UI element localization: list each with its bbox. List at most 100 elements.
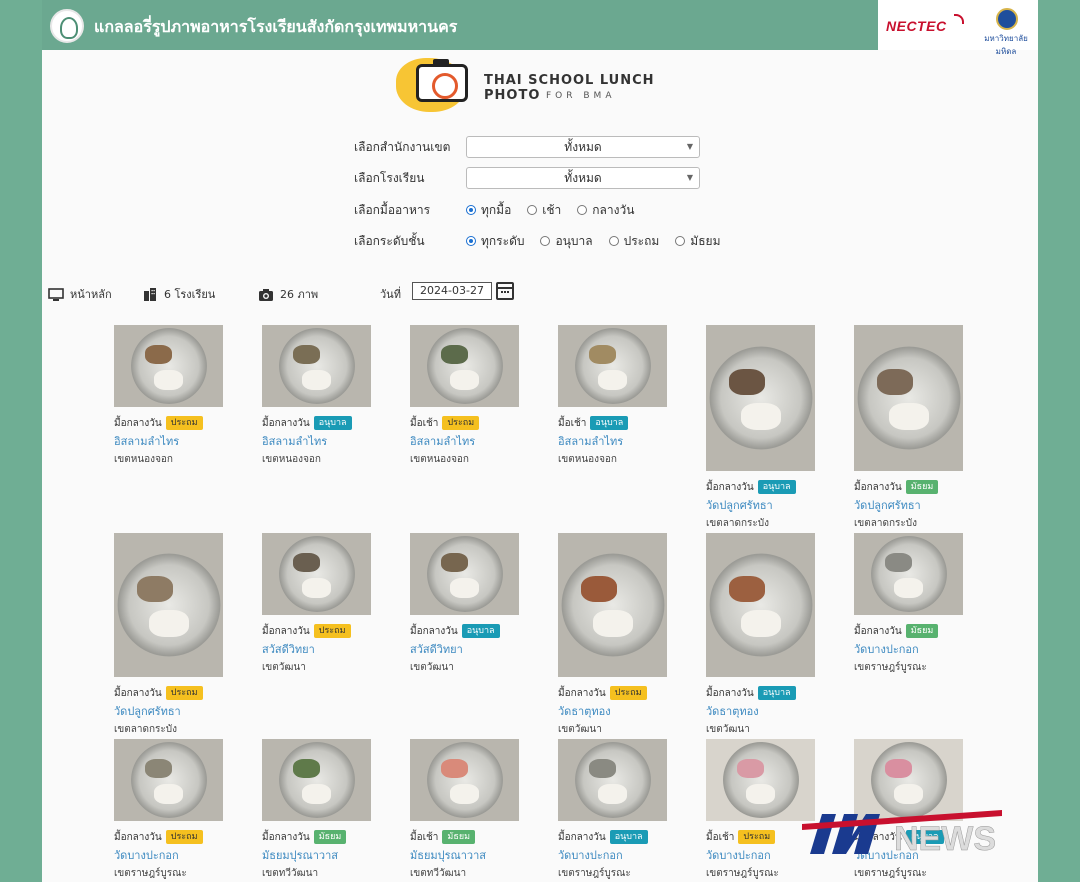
school-link[interactable]: อิสลามลำไทร [558, 432, 678, 450]
school-link[interactable]: วัดปลูกศรัทธา [854, 496, 974, 514]
food-plate [130, 328, 207, 404]
level-radio-label: มัธยม [690, 233, 721, 248]
food-photo[interactable] [854, 325, 963, 471]
school-filter-label: เลือกโรงเรียน [354, 170, 425, 185]
food-photo[interactable] [410, 533, 519, 615]
school-link[interactable]: วัดบางปะกอก [854, 640, 974, 658]
rice-portion [149, 610, 189, 637]
meal-radio-label: เช้า [542, 202, 562, 217]
food-portion [589, 758, 616, 778]
photo-card[interactable]: มื้อกลางวัน อนุบาลอิสลามลำไทรเขตหนองจอก [262, 325, 382, 467]
building-icon [144, 287, 156, 301]
school-select[interactable]: ทั้งหมด ▼ [466, 167, 700, 189]
mahidol-seal-logo[interactable] [996, 8, 1018, 30]
school-link[interactable]: มัธยมปุรณาวาส [410, 846, 530, 864]
photo-card[interactable]: มื้อกลางวัน อนุบาล สวัสดีวิทยา เขตวัฒนา [410, 533, 530, 675]
level-badge: อนุบาล [461, 624, 500, 638]
level-radio-secondary[interactable]: มัธยม [675, 232, 720, 251]
photo-card[interactable]: มื้อกลางวัน มัธยม วัดปลูกศรัทธา เขตลาดกระบั… [854, 325, 974, 531]
photo-card[interactable]: มื้อเช้า ประถม อิสลามลำไทร เขตหนองจอก [410, 325, 530, 467]
food-photo[interactable] [114, 739, 223, 821]
food-plate [278, 536, 355, 612]
food-portion [441, 344, 468, 364]
food-photo[interactable] [262, 325, 371, 407]
meal-radio-breakfast[interactable]: เช้า [527, 201, 561, 220]
food-portion [441, 758, 468, 778]
photo-card[interactable]: มื้อกลางวัน อนุบาล วัดธาตุทอง เขตวัฒนา [706, 533, 826, 737]
level-badge: อนุบาล [590, 416, 629, 430]
photo-count: 26 ภาพ [258, 285, 318, 303]
nectec-logo[interactable]: NECTEC [886, 18, 947, 34]
photo-card[interactable]: มื้อกลางวัน อนุบาล วัดบางปะกอก เขตราษฎร์บูร… [558, 739, 678, 881]
district-select[interactable]: ทั้งหมด ▼ [466, 136, 700, 158]
level-radio-primary[interactable]: ประถม [608, 232, 659, 251]
rice-portion [741, 610, 781, 637]
school-link[interactable]: วัดปลูกศรัทธา [706, 496, 826, 514]
card-meta: มื้อกลางวัน ประถม [114, 830, 234, 844]
rice-portion [450, 783, 480, 804]
food-photo[interactable] [706, 739, 815, 821]
photo-card[interactable]: มื้อกลางวัน อนุบาล วัดปลูกศรัทธา เขตลาดกระบ… [706, 325, 826, 531]
meal-type: มื้อเช้า [706, 831, 735, 843]
food-portion [885, 552, 912, 572]
food-photo[interactable] [410, 739, 519, 821]
food-portion [729, 576, 766, 602]
school-link[interactable]: อิสลามลำไทร [410, 432, 530, 450]
photo-card[interactable]: มื้อกลางวัน ประถม วัดปลูกศรัทธา เขตลาดกระบั… [114, 533, 234, 737]
school-count-label: 6 โรงเรียน [164, 288, 216, 301]
rice-portion [302, 577, 332, 598]
rice-portion [894, 783, 924, 804]
food-plate [278, 742, 355, 818]
photo-card[interactable]: มื้อเช้า มัธยม มัธยมปุรณาวาส เขตทวีวัฒนา [410, 739, 530, 881]
food-plate [426, 742, 503, 818]
school-link[interactable]: อิสลามลำไทร [114, 432, 234, 450]
food-photo[interactable] [706, 533, 815, 677]
food-photo[interactable] [410, 325, 519, 407]
calendar-icon[interactable] [496, 282, 514, 300]
meal-radio-lunch[interactable]: กลางวัน [577, 201, 634, 220]
school-link[interactable]: อิสลามลำไทร [262, 432, 382, 450]
food-photo[interactable] [558, 739, 667, 821]
food-portion [145, 758, 172, 778]
school-link[interactable]: สวัสดีวิทยา [262, 640, 382, 658]
food-photo[interactable] [262, 739, 371, 821]
rice-portion [593, 610, 633, 637]
food-photo[interactable] [114, 325, 223, 407]
level-radio-kindergarten[interactable]: อนุบาล [540, 232, 593, 251]
photo-card[interactable]: มื้อเช้า อนุบาล อิสลามลำไทร เขตหนองจอก [558, 325, 678, 467]
food-photo[interactable] [262, 533, 371, 615]
photo-card[interactable]: มื้อกลางวัน มัธยม วัดบางปะกอก เขตราษฎร์บูรณ… [854, 533, 974, 675]
school-link[interactable]: วัดบางปะกอก [114, 846, 234, 864]
date-input[interactable]: 2024-03-27 [412, 282, 492, 300]
school-link[interactable]: มัธยมปุรณาวาส [262, 846, 382, 864]
food-photo[interactable] [558, 533, 667, 677]
school-link[interactable]: วัดธาตุทอง [558, 702, 678, 720]
rice-portion [894, 577, 924, 598]
food-photo[interactable] [706, 325, 815, 471]
rice-portion [302, 783, 332, 804]
school-link[interactable]: วัดปลูกศรัทธา [114, 702, 234, 720]
home-link[interactable]: หน้าหลัก [48, 285, 112, 303]
district-select-value: ทั้งหมด [564, 140, 602, 154]
school-link[interactable]: วัดบางปะกอก [558, 846, 678, 864]
card-meta: มื้อกลางวัน ประถม [114, 416, 234, 430]
school-link[interactable]: สวัสดีวิทยา [410, 640, 530, 658]
food-photo[interactable] [114, 533, 223, 677]
level-radio-all[interactable]: ทุกระดับ [466, 232, 524, 251]
district-label: เขตหนองจอก [262, 454, 321, 465]
photo-card[interactable]: มื้อกลางวัน ประถม วัดธาตุทอง เขตวัฒนา [558, 533, 678, 737]
level-badge: ประถม [609, 686, 647, 700]
school-link[interactable]: วัดธาตุทอง [706, 702, 826, 720]
photo-card[interactable]: มื้อกลางวัน ประถม อิสลามลำไทร เขตหนองจอก [114, 325, 234, 467]
meal-radio-all[interactable]: ทุกมื้อ [466, 201, 511, 220]
bma-seal-logo[interactable] [50, 9, 84, 43]
monitor-icon [48, 287, 64, 301]
card-meta: มื้อกลางวัน อนุบาล [262, 416, 382, 430]
photo-card[interactable]: มื้อกลางวัน ประถม สวัสดีวิทยา เขตวัฒนา [262, 533, 382, 675]
food-photo[interactable] [854, 533, 963, 615]
card-meta: มื้อกลางวัน อนุบาล [706, 480, 826, 494]
photo-card[interactable]: มื้อกลางวัน มัธยม มัธยมปุรณาวาส เขตทวีวัฒนา [262, 739, 382, 881]
level-badge: ประถม [165, 830, 203, 844]
photo-card[interactable]: มื้อกลางวัน ประถม วัดบางปะกอก เขตราษฎร์บูรณ… [114, 739, 234, 881]
food-photo[interactable] [558, 325, 667, 407]
